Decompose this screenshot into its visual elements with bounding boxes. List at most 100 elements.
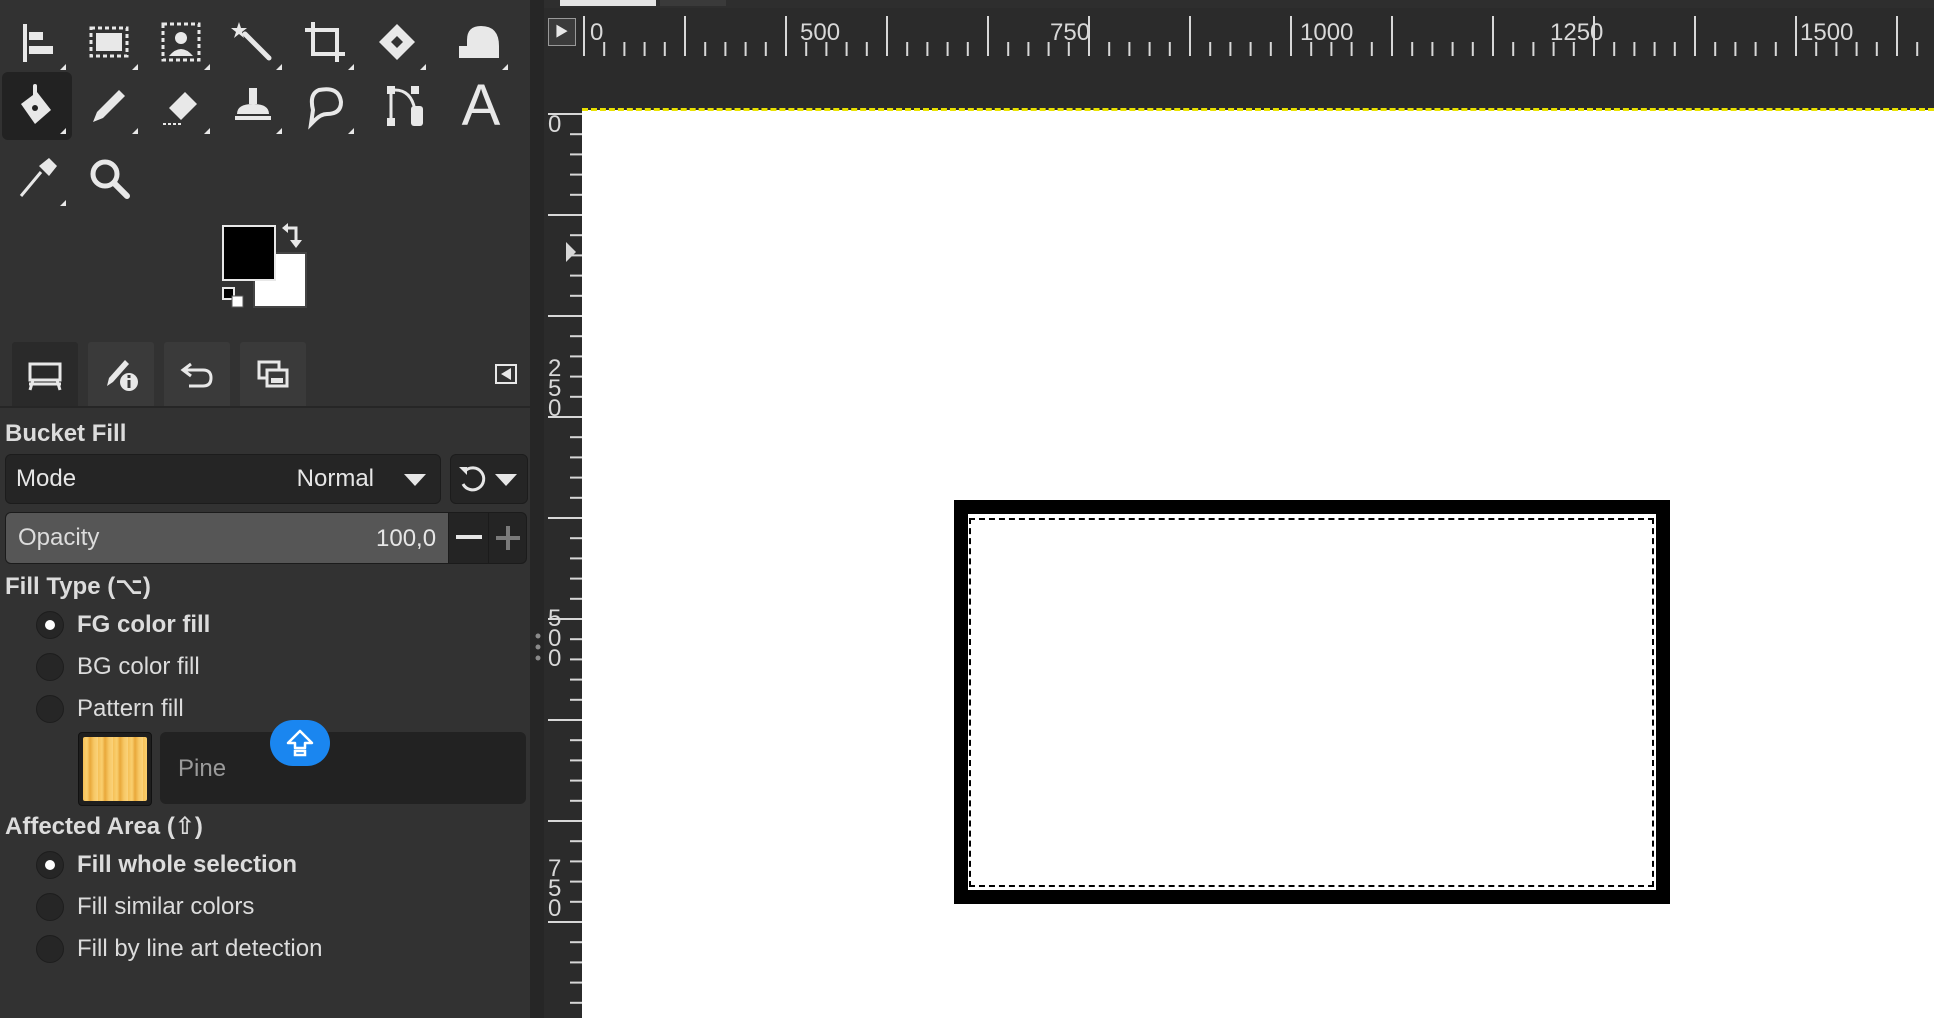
affected-area-option-label: Fill by line art detection <box>77 935 323 962</box>
vertical-ruler: 0 250 500 750 <box>548 111 582 1004</box>
caps-lock-indicator <box>270 720 330 766</box>
pattern-name: Pine <box>178 755 227 782</box>
opacity-value: 100,0 <box>376 525 437 552</box>
ruler-label: 500 <box>800 19 840 46</box>
swap-colors-icon[interactable] <box>280 222 306 250</box>
pine-pattern-thumbnail <box>83 737 147 801</box>
bucket-fill-tool-button[interactable] <box>2 72 72 140</box>
radio-button[interactable] <box>36 695 64 723</box>
ruler-label: 500 <box>548 605 561 672</box>
dock-divider <box>0 406 530 408</box>
mode-reset-button[interactable] <box>450 454 528 504</box>
affected-area-similar-colors-option[interactable]: Fill similar colors <box>36 890 254 924</box>
foreground-color-swatch[interactable] <box>222 225 276 281</box>
fuzzy-select-tool-button[interactable] <box>218 8 288 76</box>
align-tool-button[interactable] <box>2 8 72 76</box>
foreground-select-icon <box>161 22 201 62</box>
play-icon <box>556 24 568 38</box>
images-tab[interactable] <box>240 342 306 406</box>
ruler-label: 1000 <box>1300 19 1353 46</box>
image-tab[interactable] <box>660 0 726 6</box>
opacity-increase-button[interactable] <box>488 513 526 563</box>
dock-menu-icon[interactable] <box>492 362 520 386</box>
reset-mode-icon <box>459 466 517 492</box>
ruler-label: 1250 <box>1550 19 1603 46</box>
eraser-icon <box>163 92 197 125</box>
ruler-label: 0 <box>548 111 561 138</box>
fill-type-fg-option[interactable]: FG color fill <box>36 608 210 642</box>
default-colors-icon[interactable] <box>222 287 246 309</box>
color-picker-tool-button[interactable] <box>2 144 72 212</box>
crop-icon <box>305 22 345 62</box>
layer-boundary <box>582 108 1934 111</box>
images-icon <box>257 360 289 388</box>
chevron-down-icon <box>404 474 426 486</box>
fill-type-bg-option[interactable]: BG color fill <box>36 650 200 684</box>
fill-type-option-label: BG color fill <box>77 653 200 680</box>
resize-grip-icon <box>535 633 541 661</box>
ruler-label: 750 <box>1050 19 1090 46</box>
image-tab-bar <box>544 0 1934 8</box>
affected-area-option-label: Fill similar colors <box>77 893 255 920</box>
opacity-slider[interactable]: Opacity 100,0 <box>5 512 527 564</box>
mode-combo[interactable]: Mode Normal <box>5 454 441 504</box>
paths-icon <box>387 86 423 126</box>
horizontal-ruler: 0 500 750 1000 1250 1500 <box>583 16 1919 56</box>
text-tool-button[interactable]: A <box>446 72 516 140</box>
rect-select-icon <box>89 26 129 58</box>
paths-tool-button[interactable] <box>372 72 442 140</box>
pattern-preview-button[interactable] <box>78 732 152 806</box>
opacity-decrease-button[interactable] <box>448 513 489 563</box>
rect-select-tool-button[interactable] <box>74 8 144 76</box>
opacity-label: Opacity <box>18 524 100 551</box>
magic-wand-icon <box>231 22 272 61</box>
clone-tool-button[interactable] <box>218 72 288 140</box>
tool-options-tab[interactable] <box>12 342 78 406</box>
zoom-icon <box>90 159 130 199</box>
warp-icon <box>459 26 499 58</box>
affected-area-whole-selection-option[interactable]: Fill whole selection <box>36 848 297 882</box>
fill-type-pattern-option[interactable]: Pattern fill <box>36 692 184 726</box>
eyedropper-icon <box>19 158 57 197</box>
pencil-tool-button[interactable] <box>74 72 144 140</box>
device-status-icon <box>107 360 138 391</box>
mode-value: Normal <box>296 465 374 492</box>
radio-button[interactable] <box>36 893 64 921</box>
marching-ants-selection[interactable] <box>969 518 1654 887</box>
zoom-tool-button[interactable] <box>74 144 144 212</box>
caps-lock-icon <box>286 729 314 757</box>
radio-button[interactable] <box>36 611 64 639</box>
unified-transform-tool-button[interactable] <box>362 8 432 76</box>
bucket-fill-icon <box>21 84 51 124</box>
quick-mask-button[interactable] <box>548 18 576 46</box>
radio-button[interactable] <box>36 935 64 963</box>
ruler-label: 750 <box>548 855 561 922</box>
plus-icon <box>496 526 520 550</box>
fill-type-option-label: FG color fill <box>77 611 211 638</box>
tool-options-title: Bucket Fill <box>5 420 127 447</box>
radio-button[interactable] <box>36 653 64 681</box>
image-tab-active[interactable] <box>560 0 656 6</box>
dock-resize-handle[interactable] <box>530 0 544 1018</box>
smudge-tool-button[interactable] <box>290 72 360 140</box>
foreground-select-tool-button[interactable] <box>146 8 216 76</box>
text-icon: A <box>461 73 501 138</box>
toolbox-panel: A Bucket Fill Mode Normal Opacity 100,0 … <box>0 0 530 1018</box>
minus-icon <box>456 535 482 539</box>
align-icon <box>23 24 53 62</box>
affected-area-title: Affected Area (⇧) <box>5 813 203 840</box>
radio-button[interactable] <box>36 851 64 879</box>
ruler-position-marker <box>566 242 576 262</box>
eraser-tool-button[interactable] <box>146 72 216 140</box>
clone-stamp-icon <box>235 88 271 120</box>
undo-history-tab[interactable] <box>164 342 230 406</box>
ruler-label: 0 <box>590 19 603 46</box>
affected-area-line-art-option[interactable]: Fill by line art detection <box>36 932 322 966</box>
fill-type-title: Fill Type (⌥) <box>5 573 151 600</box>
crop-tool-button[interactable] <box>290 8 360 76</box>
smudge-icon <box>308 87 344 130</box>
pattern-name-field[interactable]: Pine <box>160 732 526 804</box>
warp-transform-tool-button[interactable] <box>444 8 514 76</box>
device-status-tab[interactable] <box>88 342 154 406</box>
undo-history-icon <box>180 362 213 388</box>
